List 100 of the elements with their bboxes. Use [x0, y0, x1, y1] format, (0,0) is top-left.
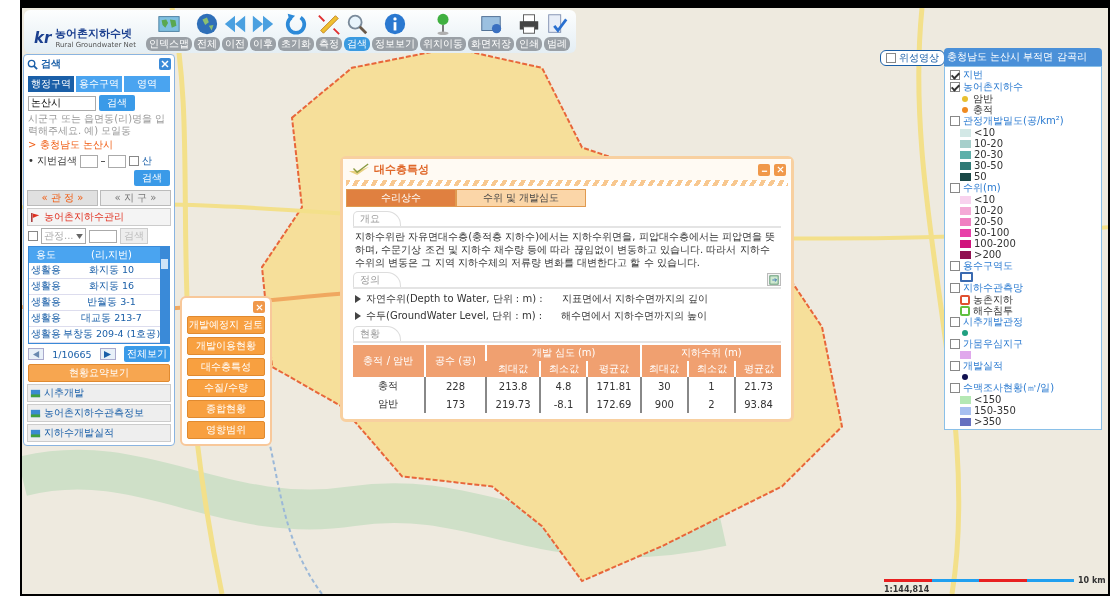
mountain-checkbox[interactable] — [129, 156, 140, 166]
layer-label: 관정개발밀도(공/km²) — [963, 115, 1064, 127]
view-all-button[interactable]: 전체보기 — [124, 346, 170, 362]
dialog-tab[interactable]: 수위 및 개발심도 — [456, 189, 586, 207]
table-cell: 부창동 209-4 (1호공) — [63, 328, 161, 341]
dialog-title: 대수층특성 — [374, 162, 430, 177]
summary-button[interactable]: 현황요약보기 — [28, 364, 170, 382]
layer-checkbox[interactable] — [950, 183, 960, 193]
toolbar-button[interactable]: 정보보기 — [371, 12, 418, 51]
menu-button[interactable]: 대수층특성 — [187, 358, 265, 376]
table-cell-text: 생활용 — [30, 280, 62, 293]
accordion-item[interactable]: 시추개발 — [27, 384, 171, 402]
layer-checkbox[interactable] — [950, 339, 960, 349]
info-icon — [382, 12, 407, 36]
export-button[interactable] — [767, 273, 781, 286]
next-page-button[interactable] — [99, 348, 116, 360]
accordion-item[interactable]: 지하수개발실적 — [27, 424, 171, 442]
caret-icon — [75, 233, 83, 239]
table-cell: 900 — [640, 395, 688, 413]
search-button[interactable]: 검색 — [99, 95, 135, 111]
scrollbar[interactable] — [160, 247, 169, 343]
page-indicator: 1/10665 — [52, 348, 92, 360]
layer-label: 시추개발관정 — [963, 316, 1023, 328]
legend-label: 암반 — [973, 93, 993, 104]
toolbar-button[interactable]: 검색 — [343, 12, 370, 51]
filter-field[interactable] — [88, 229, 117, 243]
flag-icon — [30, 211, 41, 223]
layer-checkbox[interactable] — [950, 116, 960, 126]
region-field[interactable]: 논산시 — [28, 95, 96, 111]
layer-checkbox[interactable] — [950, 383, 960, 393]
layer-checkbox[interactable] — [950, 82, 960, 92]
section-heading: 현황 — [353, 326, 401, 341]
close-button[interactable] — [159, 58, 171, 70]
toolbar-button[interactable]: 초기화 — [277, 12, 314, 51]
layer-label: 수맥조사현황(㎥/일) — [963, 382, 1055, 394]
toolbar-button[interactable]: 전체 — [193, 12, 220, 51]
table-cell: 228 — [424, 377, 487, 395]
toolbar-button[interactable]: 이후 — [249, 12, 276, 51]
lot-number-field[interactable] — [108, 154, 127, 168]
layer-checkbox[interactable] — [950, 317, 960, 327]
current-location: > 충청남도 논산시 — [27, 138, 114, 152]
toolbar-button[interactable]: 측정 — [315, 12, 342, 51]
column-header: 용도 — [35, 248, 57, 262]
table-cell-text: 반월동 3-1 — [86, 296, 137, 309]
layer-checkbox[interactable] — [950, 283, 960, 293]
table-cell: 암반 — [353, 395, 425, 413]
toolbar-button[interactable]: 위치이동 — [419, 12, 466, 51]
menu-button[interactable]: 개발예정지 검토 — [187, 316, 265, 334]
dash-icon — [101, 160, 106, 162]
lot-number-field[interactable] — [80, 154, 99, 168]
landscape-icon — [30, 407, 41, 419]
search-tab[interactable]: 용수구역 — [75, 75, 123, 93]
layer-label: 개발실적 — [963, 360, 1003, 372]
satellite-toggle[interactable]: 위성영상 — [880, 50, 945, 66]
menu-button[interactable]: 수질/수량 — [187, 379, 265, 397]
previous-page-button[interactable] — [28, 348, 44, 360]
search-tab[interactable]: 행정구역 — [27, 75, 75, 93]
column-header: 지하수위 (m) — [640, 345, 781, 361]
accordion-item[interactable]: 농어촌지하수관측정보 — [27, 404, 171, 422]
table-cell: 219.73 — [486, 395, 540, 413]
table-cell: 21.73 — [735, 377, 781, 395]
search-tab[interactable]: 영역 — [123, 75, 171, 93]
column-header: 최대값 — [486, 361, 540, 377]
layer-label: 수위(m) — [963, 182, 1001, 194]
close-button[interactable] — [253, 301, 265, 313]
layer-checkbox[interactable] — [950, 70, 960, 80]
close-button[interactable] — [774, 163, 786, 176]
filter-checkbox[interactable] — [28, 231, 38, 241]
panel-title: 검색 — [41, 57, 62, 71]
mountain-label: 산 — [142, 154, 153, 168]
column-header: 공수 (공) — [424, 345, 487, 377]
lot-search-button[interactable]: 검색 — [134, 170, 170, 186]
toolbar-button[interactable]: 범례 — [543, 12, 570, 51]
toolbar-button[interactable]: 인덱스맵 — [145, 12, 192, 51]
menu-button[interactable]: 개발이용현황 — [187, 337, 265, 355]
legend-label: 20-30 — [974, 149, 1004, 160]
toolbar-button[interactable]: 화면저장 — [467, 12, 514, 51]
layer-checkbox[interactable] — [950, 361, 960, 371]
column-header: 최대값 — [640, 361, 688, 377]
layer-label: 용수구역도 — [963, 260, 1013, 272]
type-dropdown[interactable]: 관정... — [41, 228, 86, 244]
menu-button[interactable]: 종합현황 — [187, 400, 265, 418]
minimize-button[interactable] — [758, 163, 770, 176]
section-heading: 개요 — [353, 211, 401, 226]
layer-label: 농어촌지하수 — [963, 81, 1023, 93]
legend-label: 충적 — [973, 104, 993, 115]
legend-label: 150-350 — [974, 405, 1016, 416]
category-tab[interactable]: « 지 구 » — [100, 190, 171, 206]
toolbar-button[interactable]: 인쇄 — [515, 12, 542, 51]
layer-label: 가뭄우심지구 — [963, 338, 1023, 350]
legend-label: >350 — [974, 416, 1002, 427]
layer-label: 지하수관측망 — [963, 282, 1023, 294]
table-cell: 4.8 — [539, 377, 588, 395]
dialog-tab[interactable]: 수리상수 — [346, 189, 456, 207]
ruler-icon — [316, 12, 341, 36]
legend-label: >200 — [974, 249, 1002, 260]
menu-button[interactable]: 영향범위 — [187, 421, 265, 439]
toolbar-button[interactable]: 이전 — [221, 12, 248, 51]
category-tab[interactable]: « 관 정 » — [27, 190, 98, 206]
layer-checkbox[interactable] — [950, 261, 960, 271]
